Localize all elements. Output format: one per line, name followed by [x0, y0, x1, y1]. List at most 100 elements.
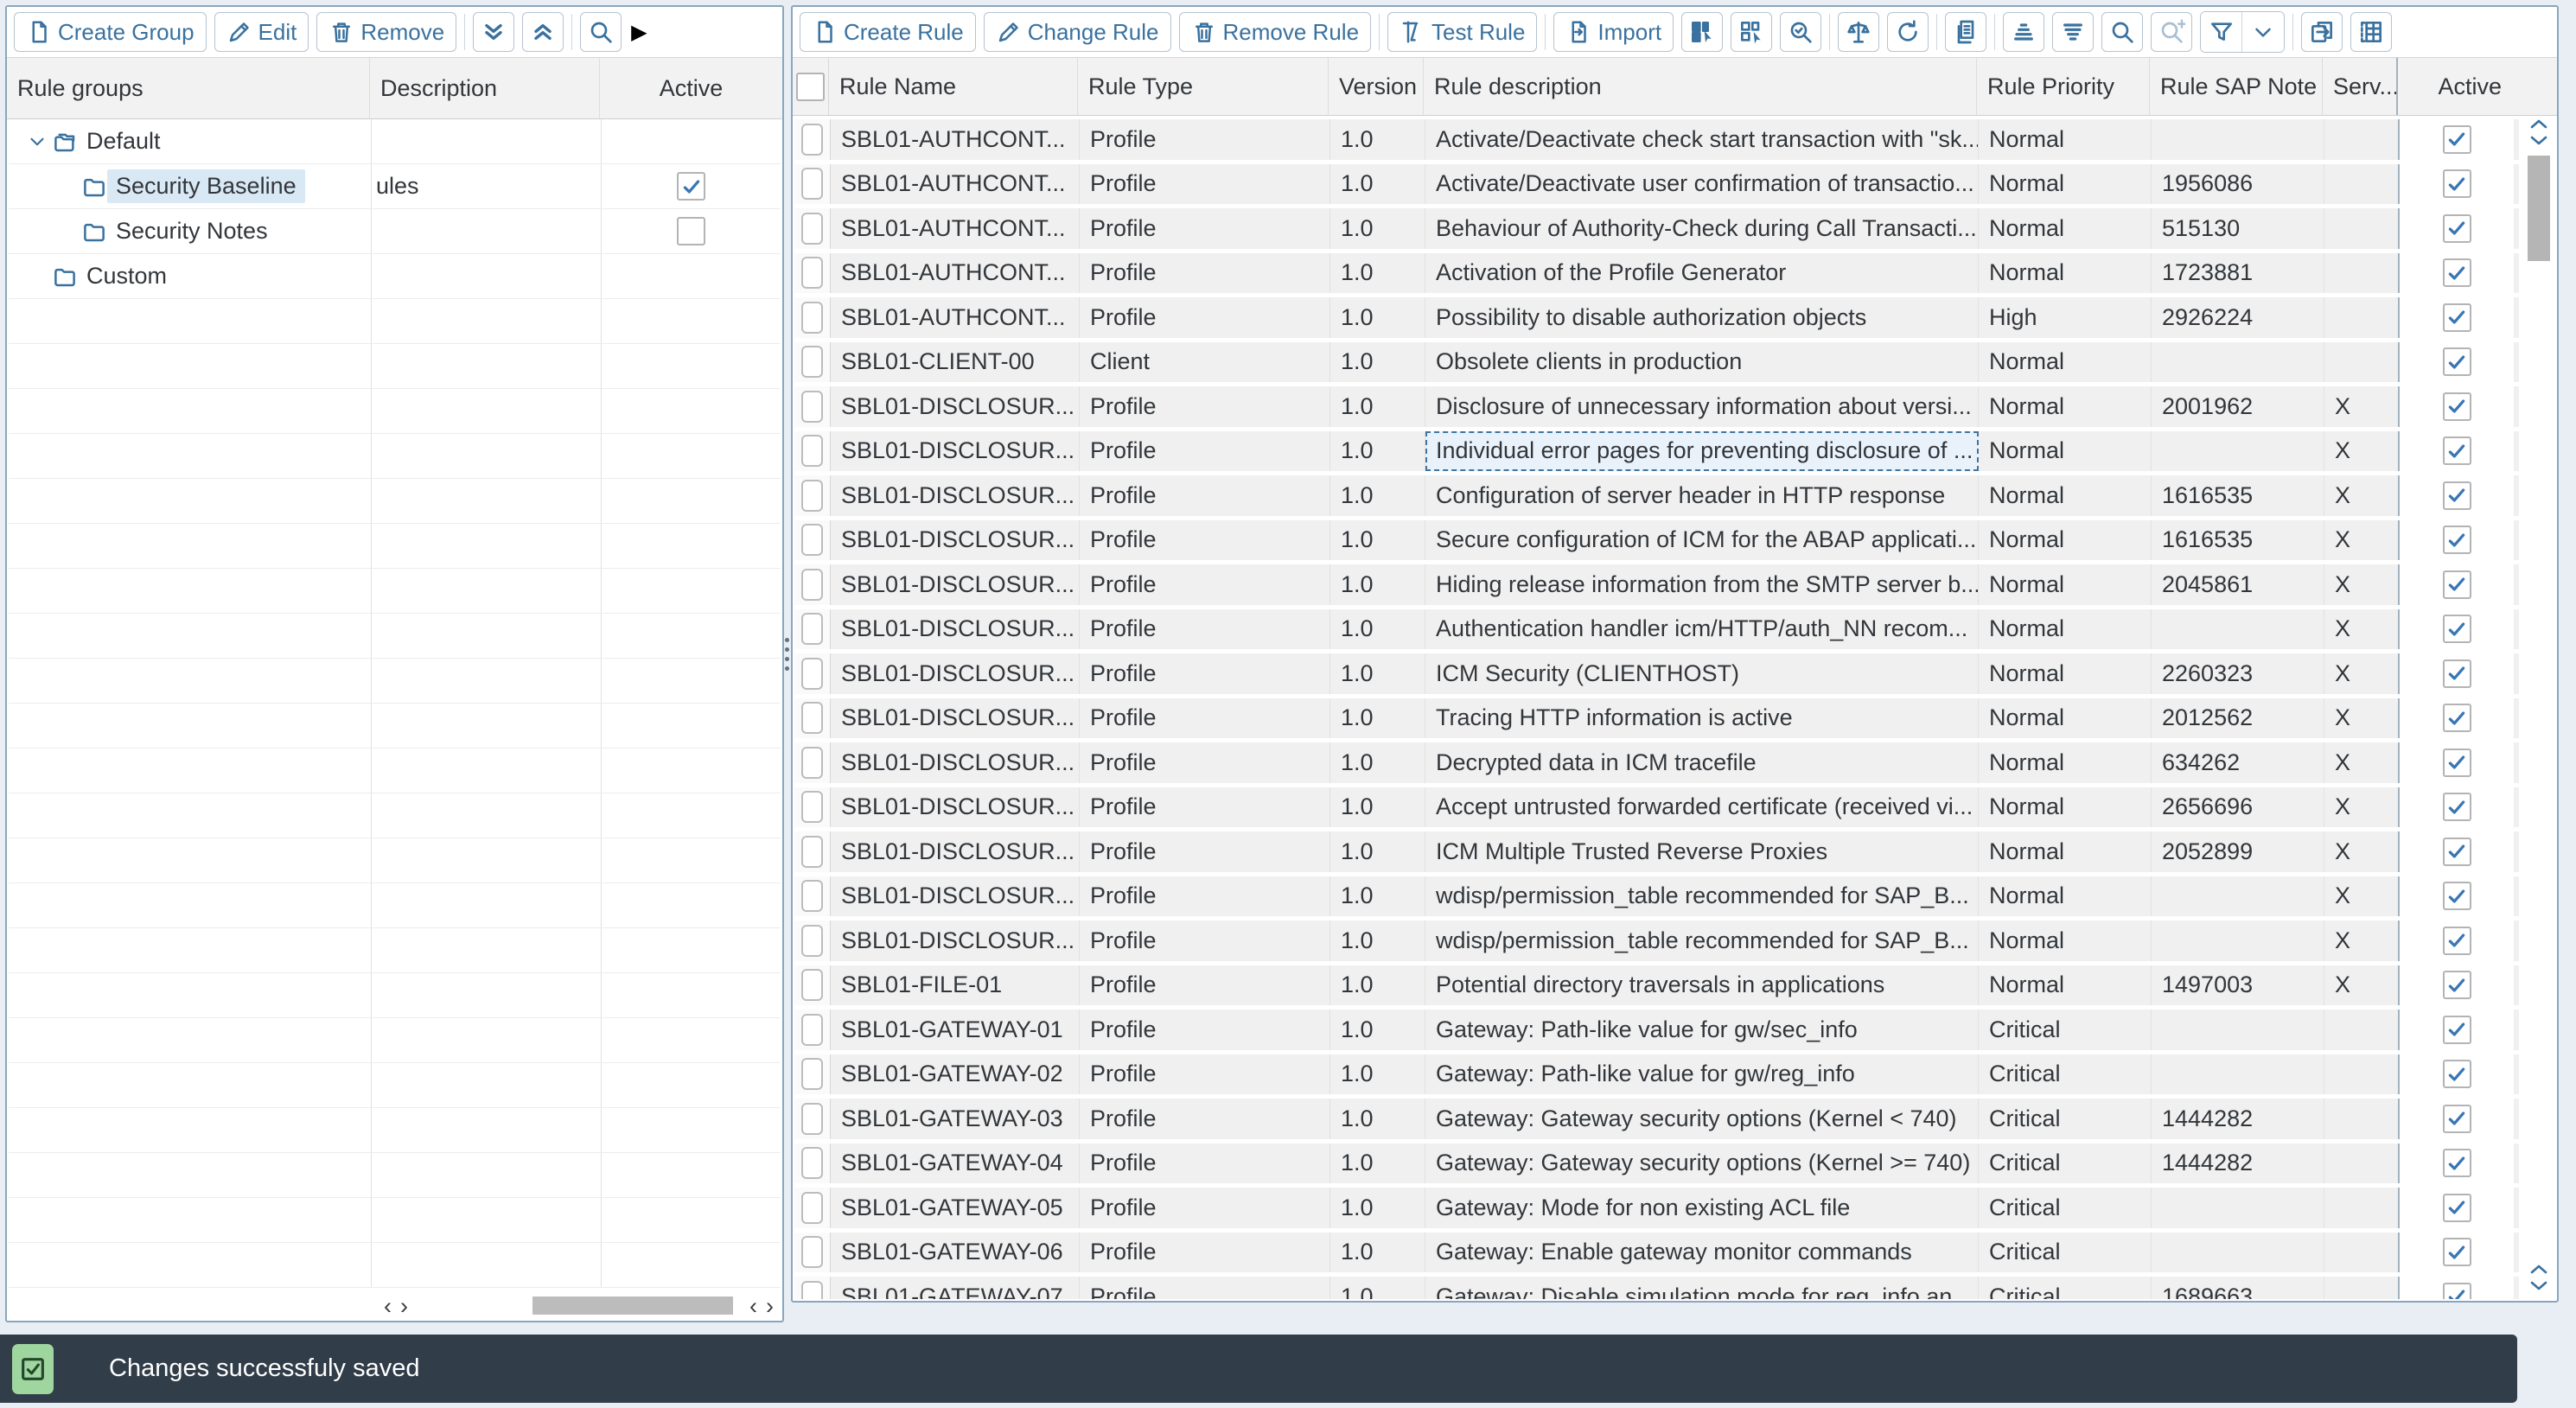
active-checkbox[interactable]	[2443, 882, 2471, 910]
cell-rule-name[interactable]: SBL01-DISCLOSUR...	[831, 921, 1080, 961]
cell-rule-priority[interactable]: Normal	[1979, 208, 2152, 249]
row-selector[interactable]	[801, 747, 823, 779]
cell-serv[interactable]	[2324, 1054, 2400, 1095]
cell-rule-sap-note[interactable]	[2152, 921, 2324, 961]
row-selector[interactable]	[801, 1236, 823, 1268]
cell-rule-sap-note[interactable]	[2152, 876, 2324, 917]
tree-expander[interactable]	[22, 131, 52, 153]
row-selector[interactable]	[801, 791, 823, 823]
cell-version[interactable]: 1.0	[1330, 921, 1425, 961]
cell-version[interactable]: 1.0	[1330, 609, 1425, 650]
cell-rule-sap-note[interactable]: 1616535	[2152, 520, 2324, 561]
remove-rule-button[interactable]: Remove Rule	[1179, 12, 1372, 52]
cell-rule-sap-note[interactable]	[2152, 609, 2324, 650]
cell-serv[interactable]: X	[2324, 876, 2400, 917]
cell-version[interactable]: 1.0	[1330, 1010, 1425, 1050]
row-selector[interactable]	[801, 168, 823, 200]
create-group-button[interactable]: Create Group	[14, 12, 207, 52]
group-description-cell[interactable]: ules	[372, 164, 602, 208]
cell-serv[interactable]	[2324, 1010, 2400, 1050]
active-checkbox[interactable]	[2443, 793, 2471, 821]
cell-rule-type[interactable]: Profile	[1080, 297, 1330, 338]
cell-rule-name[interactable]: SBL01-GATEWAY-01	[831, 1010, 1080, 1050]
sort-descending-button[interactable]	[2052, 12, 2094, 52]
cell-rule-priority[interactable]: Critical	[1979, 1054, 2152, 1095]
cell-serv[interactable]	[2324, 253, 2400, 294]
cell-rule-description[interactable]: Gateway: Enable gateway monitor commands	[1425, 1233, 1979, 1273]
row-selector[interactable]	[801, 702, 823, 734]
group-active-checkbox[interactable]	[677, 217, 705, 245]
cell-serv[interactable]: X	[2324, 787, 2400, 828]
remove-group-button[interactable]: Remove	[316, 12, 456, 52]
panel-splitter[interactable]	[783, 5, 791, 1303]
active-checkbox[interactable]	[2443, 838, 2471, 866]
active-checkbox[interactable]	[2443, 481, 2471, 510]
cell-rule-description[interactable]: Gateway: Gateway security options (Kerne…	[1425, 1144, 1979, 1184]
cell-rule-priority[interactable]: Normal	[1979, 921, 2152, 961]
active-checkbox[interactable]	[2443, 169, 2471, 198]
cell-rule-description[interactable]: wdisp/permission_table recommended for S…	[1425, 921, 1979, 961]
cell-rule-type[interactable]: Profile	[1080, 698, 1330, 739]
expand-all-button[interactable]	[473, 12, 514, 52]
active-checkbox[interactable]	[2443, 927, 2471, 955]
active-checkbox[interactable]	[2443, 303, 2471, 332]
column-header-rule-type[interactable]: Rule Type	[1078, 58, 1329, 115]
vertical-scrollbar[interactable]	[2526, 116, 2552, 1296]
row-selector[interactable]	[801, 969, 823, 1001]
active-checkbox[interactable]	[2443, 1194, 2471, 1222]
cell-rule-type[interactable]: Profile	[1080, 653, 1330, 694]
active-checkbox[interactable]	[2443, 347, 2471, 376]
cell-rule-sap-note[interactable]: 2260323	[2152, 653, 2324, 694]
row-selector[interactable]	[801, 613, 823, 645]
cell-rule-description[interactable]: Activate/Deactivate check start transact…	[1425, 119, 1979, 160]
cell-rule-type[interactable]: Profile	[1080, 787, 1330, 828]
row-selector[interactable]	[801, 435, 823, 467]
cell-rule-priority[interactable]: Normal	[1979, 386, 2152, 427]
cell-rule-priority[interactable]: Normal	[1979, 653, 2152, 694]
cell-rule-priority[interactable]: Normal	[1979, 342, 2152, 383]
cell-version[interactable]: 1.0	[1330, 342, 1425, 383]
compare-button[interactable]	[1838, 12, 1879, 52]
row-selector[interactable]	[801, 1147, 823, 1179]
cell-version[interactable]: 1.0	[1330, 119, 1425, 160]
cell-rule-description[interactable]: Activate/Deactivate user confirmation of…	[1425, 164, 1979, 205]
cell-version[interactable]: 1.0	[1330, 831, 1425, 872]
cell-rule-sap-note[interactable]: 2656696	[2152, 787, 2324, 828]
cell-version[interactable]: 1.0	[1330, 876, 1425, 917]
cell-version[interactable]: 1.0	[1330, 564, 1425, 605]
active-checkbox[interactable]	[2443, 971, 2471, 999]
group-description-cell[interactable]	[372, 209, 602, 253]
cell-rule-priority[interactable]: Normal	[1979, 164, 2152, 205]
scroll-left-chevrons[interactable]: ‹ ›	[384, 1294, 408, 1318]
cell-rule-priority[interactable]: Critical	[1979, 1099, 2152, 1139]
cell-rule-description[interactable]: Authentication handler icm/HTTP/auth_NN …	[1425, 609, 1979, 650]
row-selector[interactable]	[801, 925, 823, 957]
cell-rule-sap-note[interactable]: 2045861	[2152, 564, 2324, 605]
chevron-left-icon[interactable]: ‹	[749, 1293, 757, 1320]
row-selector[interactable]	[801, 480, 823, 512]
cell-rule-name[interactable]: SBL01-CLIENT-00	[831, 342, 1080, 383]
cell-rule-priority[interactable]: Normal	[1979, 520, 2152, 561]
active-checkbox[interactable]	[2443, 570, 2471, 599]
cell-rule-sap-note[interactable]	[2152, 119, 2324, 160]
cell-rule-sap-note[interactable]	[2152, 342, 2324, 383]
test-rule-button[interactable]: Test Rule	[1387, 12, 1537, 52]
cell-rule-description[interactable]: Tracing HTTP information is active	[1425, 698, 1979, 739]
active-checkbox[interactable]	[2443, 1105, 2471, 1133]
cell-rule-sap-note[interactable]: 1444282	[2152, 1099, 2324, 1139]
cell-rule-description[interactable]: Gateway: Mode for non existing ACL file	[1425, 1188, 1979, 1228]
filter-dropdown-button[interactable]	[2242, 12, 2284, 52]
cell-rule-name[interactable]: SBL01-DISCLOSUR...	[831, 564, 1080, 605]
horizontal-scroll-thumb[interactable]	[532, 1297, 733, 1315]
cell-rule-priority[interactable]: Normal	[1979, 253, 2152, 294]
tree-cell[interactable]: Security Baseline	[9, 164, 372, 208]
cell-rule-type[interactable]: Profile	[1080, 609, 1330, 650]
cell-rule-name[interactable]: SBL01-GATEWAY-04	[831, 1144, 1080, 1184]
toolbar-overflow-icon[interactable]: ▶	[631, 20, 647, 45]
tree-item-label[interactable]: Security Baseline	[107, 169, 305, 203]
cell-rule-type[interactable]: Profile	[1080, 119, 1330, 160]
cell-rule-type[interactable]: Profile	[1080, 876, 1330, 917]
cell-rule-type[interactable]: Profile	[1080, 1099, 1330, 1139]
row-selector[interactable]	[801, 124, 823, 156]
active-checkbox[interactable]	[2443, 392, 2471, 421]
